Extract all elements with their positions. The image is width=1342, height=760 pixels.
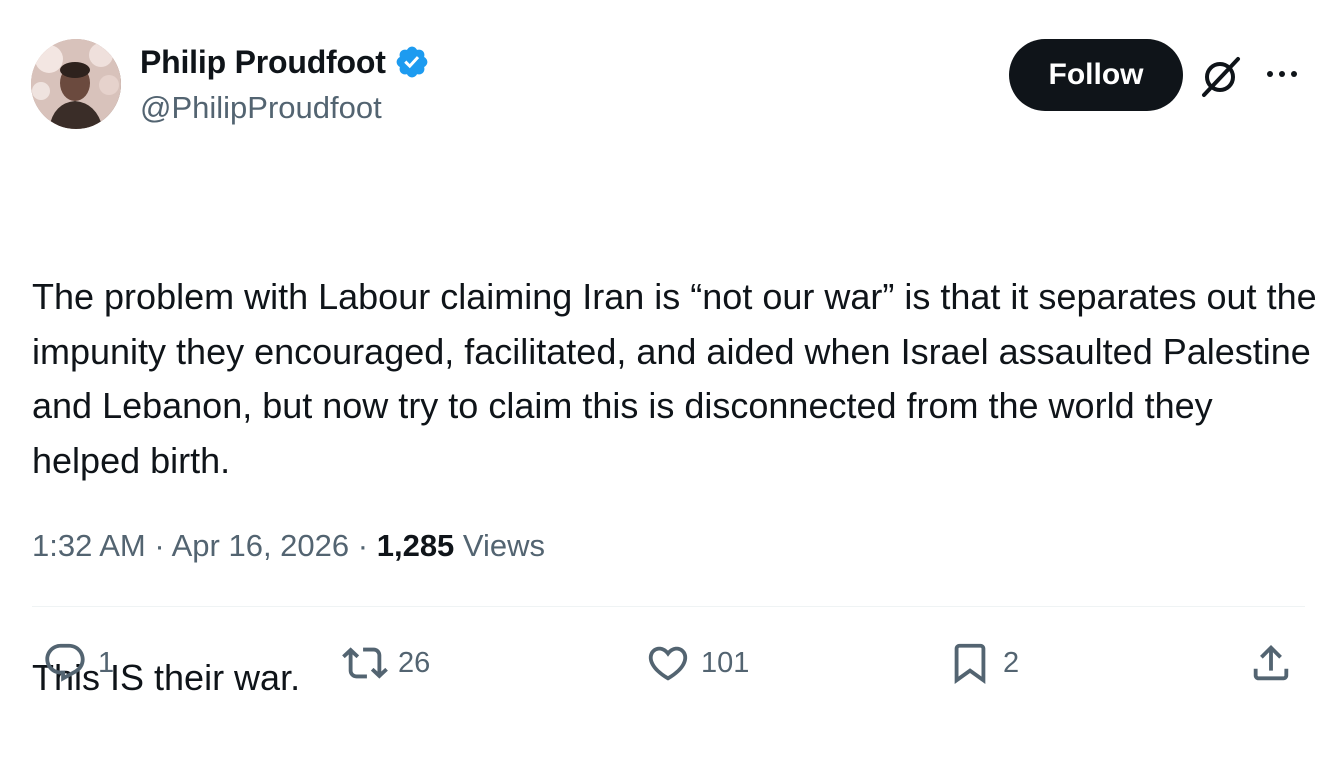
author-display-name[interactable]: Philip Proudfoot xyxy=(140,42,386,82)
author-handle[interactable]: @PhilipProudfoot xyxy=(140,88,382,128)
avatar[interactable] xyxy=(31,39,121,129)
more-horizontal-icon[interactable] xyxy=(1262,62,1306,86)
tweet-timestamp[interactable]: 1:32 AM · Apr 16, 2026 xyxy=(32,528,349,563)
avatar-image xyxy=(31,39,121,129)
share-icon xyxy=(1253,644,1289,681)
tweet-date: Apr 16, 2026 xyxy=(171,528,350,563)
tweet-paragraph: The problem with Labour claiming Iran is… xyxy=(32,276,1327,481)
tweet-meta: 1:32 AM · Apr 16, 2026 · 1,285 Views xyxy=(32,526,545,566)
reply-icon xyxy=(45,643,85,682)
bookmark-icon xyxy=(954,643,986,684)
reply-button[interactable]: 1 xyxy=(42,640,114,686)
verified-badge-icon xyxy=(394,44,430,80)
bookmark-button[interactable]: 2 xyxy=(947,640,1019,686)
heart-icon xyxy=(648,646,688,681)
repost-count: 26 xyxy=(398,646,431,679)
tweet-time: 1:32 AM xyxy=(32,528,146,563)
views-label: Views xyxy=(462,528,546,563)
repost-icon xyxy=(342,647,388,679)
grok-icon[interactable] xyxy=(1198,53,1244,99)
meta-separator: · xyxy=(154,528,165,563)
like-button[interactable]: 101 xyxy=(645,640,749,686)
views-count: 1,285 xyxy=(376,528,455,563)
divider xyxy=(32,606,1305,607)
author-name-row: Philip Proudfoot xyxy=(140,42,430,82)
meta-separator: · xyxy=(357,528,369,563)
like-count: 101 xyxy=(701,646,750,679)
repost-button[interactable]: 26 xyxy=(342,640,430,686)
reply-count: 1 xyxy=(98,646,115,679)
bookmark-count: 2 xyxy=(1003,646,1020,679)
share-button[interactable] xyxy=(1248,640,1294,686)
follow-button[interactable]: Follow xyxy=(1009,39,1183,111)
